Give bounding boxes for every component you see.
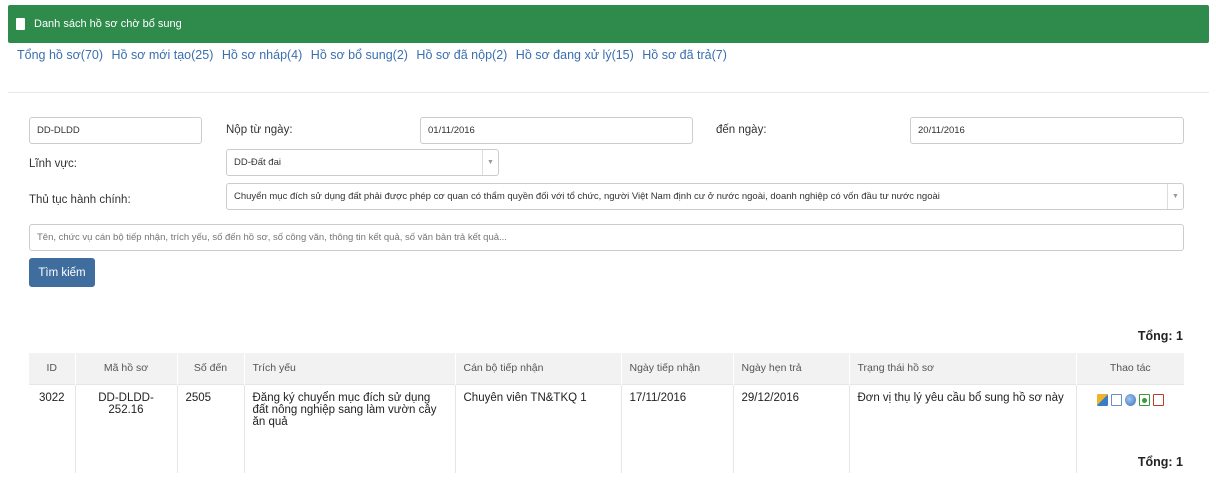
table-header-row: ID Mã hồ sơ Số đến Trích yếu Cán bộ tiếp… xyxy=(29,353,1185,384)
pdf-icon[interactable] xyxy=(1153,393,1164,406)
cell-number: 2505 xyxy=(177,383,245,473)
col-received: Ngày tiếp nhận xyxy=(621,353,734,384)
col-due: Ngày hẹn trả xyxy=(733,353,850,384)
action-icons xyxy=(1085,392,1177,406)
from-date-label: Nộp từ ngày: xyxy=(226,124,293,136)
tab-returned[interactable]: Hồ sơ đã trả(7) xyxy=(642,48,727,62)
from-date-value: 01/11/2016 xyxy=(428,125,475,136)
status-tabs: Tổng hồ sơ(70) Hồ sơ mới tạo(25) Hồ sơ n… xyxy=(17,48,732,62)
cell-summary: Đăng ký chuyển mục đích sử dụng đất nông… xyxy=(244,383,456,473)
tab-supplement[interactable]: Hồ sơ bổ sung(2) xyxy=(311,48,408,62)
keyword-search-input[interactable] xyxy=(29,224,1184,251)
to-date-value: 20/11/2016 xyxy=(918,125,965,136)
procedure-select-value: Chuyển mục đích sử dụng đất phải được ph… xyxy=(234,191,940,202)
tab-new[interactable]: Hồ sơ mới tạo(25) xyxy=(112,48,214,62)
panel-header: Danh sách hồ sơ chờ bổ sung xyxy=(8,5,1209,43)
list-icon[interactable] xyxy=(1111,393,1122,406)
to-date-label: đến ngày: xyxy=(716,124,767,136)
divider xyxy=(8,92,1209,93)
table-row: 3022 DD-DLDD-252.16 2505 Đăng ký chuyển … xyxy=(29,383,1185,473)
refresh-icon[interactable] xyxy=(1139,393,1150,406)
procedure-label: Thủ tục hành chính: xyxy=(29,194,131,206)
tab-submitted[interactable]: Hồ sơ đã nộp(2) xyxy=(416,48,507,62)
col-number: Số đến xyxy=(177,353,245,384)
chevron-down-icon: ▼ xyxy=(482,150,498,175)
tab-draft[interactable]: Hồ sơ nháp(4) xyxy=(222,48,302,62)
field-select-value: DD-Đất đai xyxy=(234,157,281,168)
document-icon xyxy=(16,18,25,30)
col-code: Mã hồ sơ xyxy=(75,353,178,384)
from-date-input[interactable]: 01/11/2016 xyxy=(420,117,693,144)
col-id: ID xyxy=(29,353,76,384)
cell-code: DD-DLDD-252.16 xyxy=(75,383,178,473)
cell-status: Đơn vị thụ lý yêu cầu bổ sung hồ sơ này xyxy=(849,383,1077,473)
field-label: Lĩnh vực: xyxy=(29,158,77,170)
total-count-bottom: Tổng: 1 xyxy=(1137,455,1183,469)
to-date-input[interactable]: 20/11/2016 xyxy=(910,117,1184,144)
field-select[interactable]: DD-Đất đai ▼ xyxy=(226,149,499,176)
cell-id: 3022 xyxy=(29,383,76,473)
cell-due: 29/12/2016 xyxy=(733,383,850,473)
tab-all[interactable]: Tổng hồ sơ(70) xyxy=(17,48,103,62)
search-button[interactable]: Tìm kiếm xyxy=(29,258,95,287)
send-icon[interactable] xyxy=(1125,393,1136,406)
chevron-down-icon: ▼ xyxy=(1167,184,1183,209)
col-officer: Cán bộ tiếp nhận xyxy=(455,353,622,384)
book-icon[interactable] xyxy=(1097,393,1108,406)
total-count-top: Tổng: 1 xyxy=(1137,329,1183,343)
cell-received: 17/11/2016 xyxy=(621,383,734,473)
col-status: Trạng thái hồ sơ xyxy=(849,353,1077,384)
cell-officer: Chuyên viên TN&TKQ 1 xyxy=(455,383,622,473)
col-actions: Thao tác xyxy=(1076,353,1185,384)
panel-title: Danh sách hồ sơ chờ bổ sung xyxy=(34,18,182,30)
tab-processing[interactable]: Hồ sơ đang xử lý(15) xyxy=(516,48,634,62)
code-input-value: DD-DLDD xyxy=(37,125,80,136)
procedure-select[interactable]: Chuyển mục đích sử dụng đất phải được ph… xyxy=(226,183,1184,210)
col-summary: Trích yếu xyxy=(244,353,456,384)
results-table: ID Mã hồ sơ Số đến Trích yếu Cán bộ tiếp… xyxy=(29,353,1185,473)
code-input[interactable]: DD-DLDD xyxy=(29,117,202,144)
